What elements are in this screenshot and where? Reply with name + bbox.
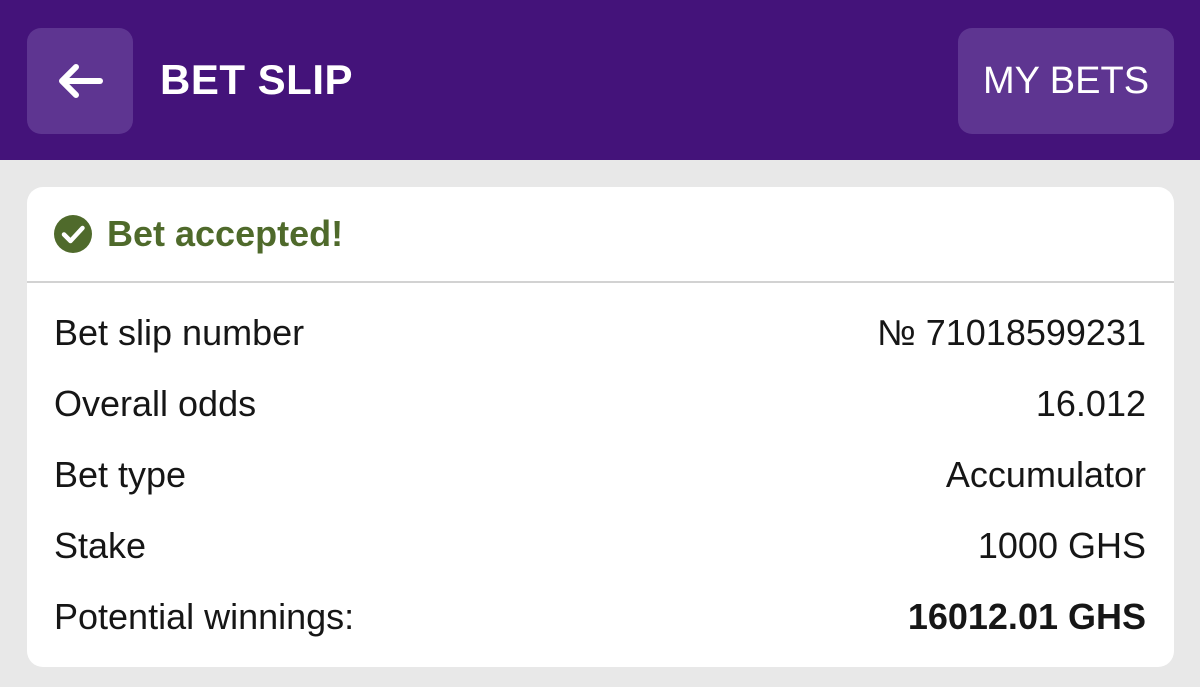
back-button[interactable] — [27, 28, 133, 134]
status-banner: Bet accepted! — [27, 187, 1174, 283]
detail-label: Bet slip number — [54, 312, 305, 353]
app-header: BET SLIP MY BETS — [0, 0, 1200, 160]
detail-value: Accumulator — [945, 454, 1146, 495]
detail-row-potential-winnings: Potential winnings: 16012.01 GHS — [27, 587, 1174, 647]
detail-row-bet-type: Bet type Accumulator — [27, 445, 1174, 505]
detail-label: Overall odds — [54, 383, 257, 424]
detail-label: Stake — [54, 525, 147, 566]
detail-row-overall-odds: Overall odds 16.012 — [27, 374, 1174, 434]
arrow-left-icon — [56, 63, 104, 99]
status-text: Bet accepted! — [107, 213, 344, 254]
page-title: BET SLIP — [160, 56, 354, 103]
detail-value: 1000 GHS — [977, 525, 1146, 566]
detail-value: № 71018599231 — [877, 312, 1146, 353]
check-circle-icon — [53, 214, 93, 254]
detail-value: 16012.01 GHS — [907, 596, 1146, 637]
bet-confirmation-card: Bet accepted! Bet slip number № 71018599… — [27, 187, 1174, 667]
my-bets-button[interactable]: MY BETS — [958, 28, 1174, 134]
detail-value: 16.012 — [1035, 383, 1146, 424]
detail-row-bet-slip-number: Bet slip number № 71018599231 — [27, 303, 1174, 363]
detail-row-stake: Stake 1000 GHS — [27, 516, 1174, 576]
detail-label: Bet type — [54, 454, 187, 495]
detail-label: Potential winnings: — [54, 596, 355, 637]
